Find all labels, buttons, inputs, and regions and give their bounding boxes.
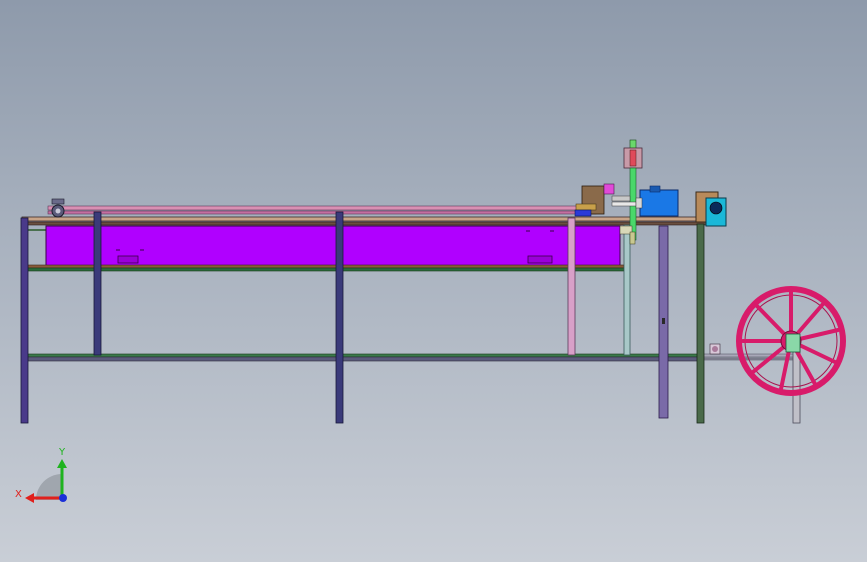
z-axis-dot [59, 494, 67, 502]
x-axis-arrowhead [25, 493, 34, 503]
x-axis-label: X [15, 489, 22, 500]
y-axis-label: Y [58, 447, 66, 458]
graphics-viewport[interactable]: Y X [0, 0, 867, 562]
triad-quadrant [36, 474, 62, 500]
coordinate-triad: Y X [15, 447, 67, 503]
y-axis-arrowhead [57, 459, 67, 468]
